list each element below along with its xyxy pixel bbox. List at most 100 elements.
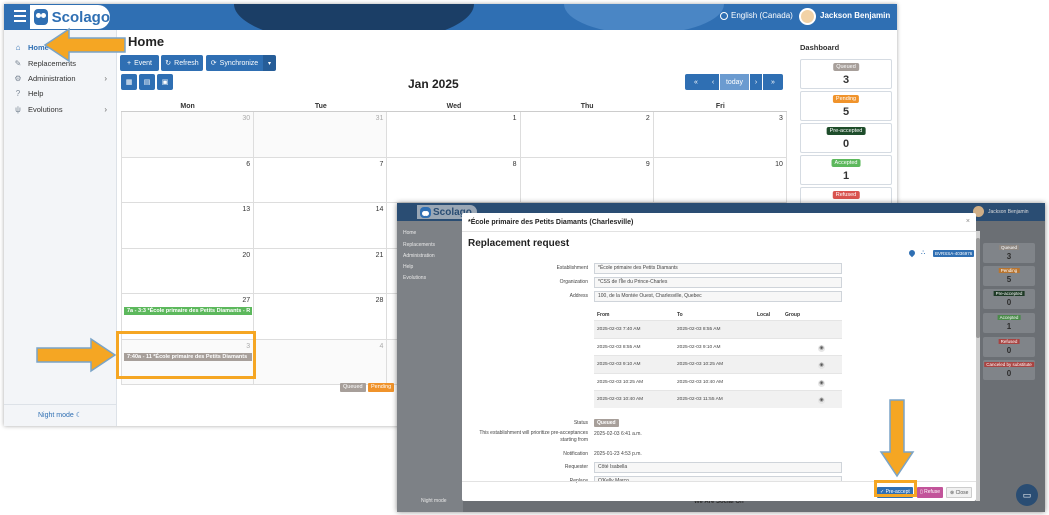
day-header: Thu bbox=[580, 103, 594, 110]
calendar-day-cell[interactable]: 2 bbox=[520, 112, 654, 158]
calendar-day-cell[interactable]: 7 bbox=[254, 157, 388, 203]
eye-icon[interactable]: ◉ bbox=[818, 379, 825, 387]
sidebar-item-evolutions[interactable]: ψ Evolutions › bbox=[4, 102, 117, 117]
prev-year-button[interactable]: « bbox=[685, 74, 707, 90]
month-view-button[interactable]: ▦ bbox=[121, 74, 137, 90]
calendar-day-cell[interactable]: 8 bbox=[387, 157, 521, 203]
calendar-day-cell[interactable]: 28 bbox=[254, 294, 388, 340]
calendar-day-cell[interactable]: 30 bbox=[121, 112, 255, 158]
avatar[interactable] bbox=[799, 8, 816, 25]
establishment-field[interactable]: *École primaire des Petits Diamants bbox=[594, 263, 842, 274]
close-button[interactable]: ⊗ Close bbox=[946, 487, 973, 498]
evolution-icon: ψ bbox=[15, 105, 21, 114]
modal-scrollbar-thumb[interactable] bbox=[976, 238, 980, 338]
help-icon: ? bbox=[15, 89, 21, 98]
dash-mini-queued: Queued 3 bbox=[983, 243, 1035, 263]
schedule-row: 2025-02-03 7:40 AM 2025-02-03 8:55 AM bbox=[594, 320, 842, 338]
menu-icon[interactable] bbox=[14, 10, 26, 22]
dashboard-card-preaccepted[interactable]: Pre-accepted 0 bbox=[800, 123, 892, 153]
dashboard-card-pending[interactable]: Pending 5 bbox=[800, 91, 892, 121]
dashboard-card-accepted[interactable]: Accepted 1 bbox=[800, 155, 892, 185]
synchronize-dropdown[interactable]: ▾ bbox=[263, 55, 276, 71]
day-number: 31 bbox=[375, 115, 384, 122]
location-pin-icon[interactable] bbox=[907, 248, 917, 258]
calendar-day-cell[interactable]: 13 bbox=[121, 203, 255, 249]
user-name[interactable]: Jackson Benjamin bbox=[820, 11, 890, 20]
sidebar-item-help[interactable]: ? Help bbox=[4, 86, 117, 101]
request-code-badge: BVRSSA-4036976 bbox=[933, 250, 975, 257]
legend-queued: Queued bbox=[340, 383, 366, 392]
owl-icon bbox=[34, 9, 48, 25]
orange-arrow-right bbox=[36, 337, 117, 373]
today-button[interactable]: today bbox=[720, 74, 749, 90]
day-view-button[interactable]: ▣ bbox=[157, 74, 173, 90]
modal-title: Replacement request bbox=[468, 238, 570, 249]
chat-icon[interactable]: ▭ bbox=[1016, 484, 1038, 506]
schedule-from: 2025-02-03 10:40 AM bbox=[597, 397, 644, 402]
day-number: 14 bbox=[375, 206, 384, 213]
prev-month-button[interactable]: ‹ bbox=[707, 74, 719, 90]
network-icon[interactable]: ⛬ bbox=[921, 250, 925, 257]
eye-icon[interactable]: ◉ bbox=[818, 362, 825, 369]
language-selector[interactable]: English (Canada) bbox=[720, 11, 793, 20]
replacement-icon: ✎ bbox=[14, 59, 22, 68]
home-icon: ⌂ bbox=[15, 43, 21, 52]
calendar-day-cell[interactable]: 14 bbox=[254, 203, 388, 249]
calendar-day-cell[interactable]: 20 bbox=[121, 248, 255, 294]
calendar-day-cell[interactable]: 10 bbox=[653, 157, 787, 203]
refuse-button[interactable]: ▯ Refuse bbox=[917, 487, 943, 498]
night-mode-toggle[interactable]: Night mode ☾ bbox=[38, 411, 82, 419]
schedule-row: 2025-02-03 9:10 AM 2025-02-03 10:25 AM ◉ bbox=[594, 355, 842, 373]
requester-field[interactable]: Côté Isabella bbox=[594, 462, 842, 473]
day-number: 2 bbox=[645, 115, 650, 122]
dash-mini-canceled: Canceled by substitute 0 bbox=[983, 360, 1035, 380]
calendar-day-cell[interactable]: 1 bbox=[387, 112, 521, 158]
schedule-header: From To Local Group bbox=[597, 312, 800, 318]
day-header: Mon bbox=[180, 103, 195, 110]
calendar-day-cell[interactable]: 6 bbox=[121, 157, 255, 203]
top-bar: Scolago English (Canada) Jackson Benjami… bbox=[4, 4, 897, 30]
schedule-row: 2025-02-03 10:40 AM 2025-02-03 11:55 AM ◉ bbox=[594, 390, 842, 408]
dash-mini-preaccepted: Pre-accepted 0 bbox=[983, 289, 1035, 309]
refresh-button[interactable]: ↻ Refresh bbox=[161, 55, 203, 71]
calendar-day-cell[interactable]: 3 bbox=[653, 112, 787, 158]
sidebar-item-administration[interactable]: ⚙ Administration › bbox=[4, 71, 117, 86]
schedule-to: 2025-02-03 8:55 AM bbox=[677, 327, 721, 332]
highlight-box-preaccept bbox=[874, 480, 917, 497]
calendar-day-cell[interactable]: 4 bbox=[254, 339, 388, 385]
eye-icon[interactable]: ◉ bbox=[818, 344, 825, 352]
schedule-from: 2025-02-03 10:25 AM bbox=[597, 379, 644, 385]
refresh-icon: ↻ bbox=[165, 60, 172, 67]
schedule-to: 2025-02-03 10:25 AM bbox=[677, 362, 724, 367]
eye-icon[interactable]: ◉ bbox=[818, 397, 825, 404]
day-number: 3 bbox=[779, 115, 783, 122]
schedule-to: 2025-02-03 11:55 AM bbox=[677, 397, 723, 402]
gear-icon: ⚙ bbox=[14, 74, 22, 83]
schedule-to: 2025-02-03 9:10 AM bbox=[677, 344, 721, 350]
next-year-button[interactable]: » bbox=[763, 74, 783, 90]
sync-icon: ⟳ bbox=[210, 60, 217, 67]
schedule-from: 2025-02-03 8:55 AM bbox=[597, 344, 641, 350]
day-number: 8 bbox=[512, 160, 517, 168]
calendar-day-icon: ▣ bbox=[161, 79, 169, 86]
calendar-day-cell[interactable]: 21 bbox=[254, 248, 388, 294]
caret-down-icon: ▾ bbox=[267, 60, 271, 67]
schedule-row: 2025-02-03 10:25 AM 2025-02-03 10:40 AM ◉ bbox=[594, 372, 842, 391]
address-field[interactable]: 100, de la Montée Ouest, Charlesville, Q… bbox=[594, 291, 842, 302]
synchronize-button[interactable]: ⟳ Synchronize bbox=[206, 55, 263, 71]
orange-arrow-down bbox=[879, 399, 915, 478]
globe-icon bbox=[720, 11, 728, 20]
double-chevron-right-icon: » bbox=[771, 78, 775, 86]
week-view-button[interactable]: ▤ bbox=[139, 74, 155, 90]
next-month-button[interactable]: › bbox=[750, 74, 762, 90]
day-number: 27 bbox=[242, 297, 251, 304]
dashboard-card-queued[interactable]: Queued 3 bbox=[800, 59, 892, 89]
calendar-day-cell[interactable]: 9 bbox=[520, 157, 654, 203]
day-header: Fri bbox=[715, 103, 725, 110]
organization-field[interactable]: *CSS de l'Île du Prince-Charles bbox=[594, 277, 842, 288]
orange-arrow-left bbox=[43, 27, 126, 63]
close-icon[interactable]: × bbox=[966, 218, 970, 225]
logo[interactable]: Scolago bbox=[30, 5, 110, 29]
calendar-event[interactable]: 7a - 3:3 *École primaire des Petits Diam… bbox=[124, 307, 252, 315]
calendar-day-cell[interactable]: 31 bbox=[254, 112, 388, 158]
